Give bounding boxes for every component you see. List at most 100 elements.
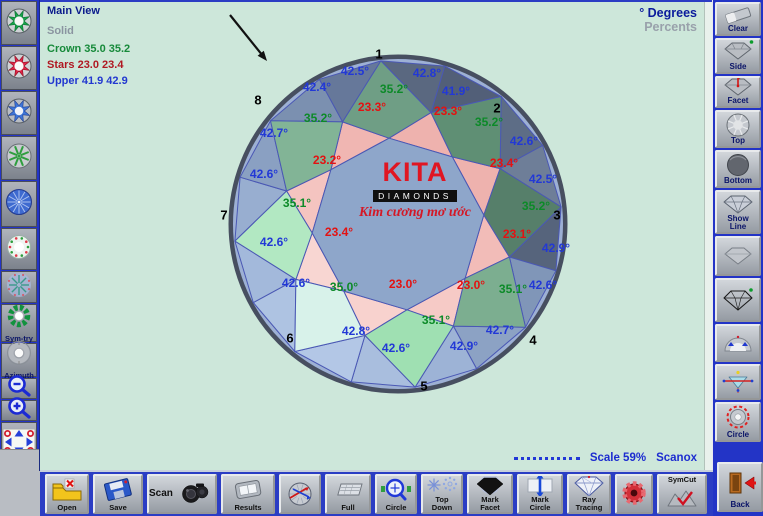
results-screen-icon — [231, 476, 265, 504]
diamond-facet-icon — [721, 78, 755, 97]
render-mode-label: Solid — [47, 25, 130, 37]
show-line-label: Show Line — [727, 215, 748, 232]
facet-angle-label: 42.6° — [282, 276, 310, 290]
facet-view-green-button[interactable] — [1, 1, 37, 45]
diamond-bottom-icon — [721, 152, 755, 177]
facet-angle-label: 35.1° — [422, 313, 450, 327]
door-back-icon — [723, 464, 757, 501]
facet-angle-label: 42.9° — [450, 339, 478, 353]
view-title: Main View — [47, 5, 130, 17]
logo-subtitle: DIAMONDS — [373, 190, 457, 202]
axis-view-button[interactable] — [715, 364, 761, 400]
facet-angle-label: 35.2° — [522, 199, 550, 213]
settings-gear-button[interactable] — [615, 474, 653, 514]
circle-button[interactable]: Circle — [715, 402, 761, 442]
full-button[interactable]: Full — [325, 474, 371, 514]
units-percents-option[interactable]: Percents — [639, 20, 697, 34]
top-down-button[interactable]: Top Down — [421, 474, 463, 514]
girdle-vertex-number: 7 — [220, 208, 227, 223]
facet-angle-label: 42.6° — [382, 341, 410, 355]
star-view-gray-button[interactable] — [1, 136, 37, 180]
circle-label: Circle — [727, 431, 749, 440]
scale-dotted-line — [514, 454, 580, 460]
star-view-blue-button[interactable] — [1, 181, 37, 227]
stat-upper: Upper 41.9 42.9 — [47, 75, 130, 87]
facet-angle-label: 35.0° — [330, 280, 358, 294]
measurement-hud: Main View Solid Crown 35.0 35.2 Stars 23.… — [47, 5, 130, 91]
facet-angle-label: 35.2° — [475, 115, 503, 129]
facet-angle-label: 42.7° — [260, 126, 288, 140]
units-degrees-option[interactable]: ° Degrees — [639, 6, 697, 20]
scan-button[interactable]: Scan — [147, 474, 217, 514]
facet-view-green-icon — [2, 8, 36, 39]
mark-circle-button[interactable]: Mark Circle — [517, 474, 563, 514]
facet-view-red-icon — [2, 53, 36, 84]
keyboard-icon — [331, 476, 365, 504]
bottom-view-button[interactable]: Bottom — [715, 150, 761, 188]
girdle-vertex-number: 3 — [553, 208, 560, 223]
save-button[interactable]: Save — [93, 474, 143, 514]
left-toolbar-filler — [0, 449, 40, 516]
rotate-view-button[interactable] — [279, 474, 321, 514]
top-down-label: Top Down — [432, 496, 452, 512]
facet-angle-label: 42.4° — [303, 80, 331, 94]
units-selector: ° Degrees Percents — [639, 6, 697, 34]
dot-view-icon — [2, 234, 36, 265]
star-view-blue-icon — [2, 189, 36, 220]
results-button[interactable]: Results — [221, 474, 275, 514]
circle-zoom-label: Circle — [386, 504, 407, 513]
facet-view-blue-button[interactable] — [1, 91, 37, 135]
facet-angle-label: 42.6° — [260, 235, 288, 249]
symcut-button[interactable]: SymCut — [657, 474, 707, 514]
symcut-label: SymCut — [668, 476, 696, 485]
facet-view-red-button[interactable] — [1, 46, 37, 90]
zoom-in-button[interactable] — [1, 400, 37, 421]
kita-logo: KITA DIAMONDS Kim cương mơ ước — [335, 159, 495, 221]
results-label: Results — [234, 504, 261, 513]
top-view-button[interactable]: Top — [715, 110, 761, 148]
wire-view-button[interactable] — [715, 278, 761, 322]
arc-measure-button[interactable] — [715, 324, 761, 362]
open-button[interactable]: Open — [45, 474, 89, 514]
bottom-toolbar: OpenSaveScan Results Full Circle Top Down Mar… — [40, 470, 713, 516]
facet-angle-label: 42.5° — [529, 172, 557, 186]
stat-stars: Stars 23.0 23.4 — [47, 59, 130, 71]
girdle-vertex-number: 4 — [529, 333, 536, 348]
facet-angle-label: 42.5° — [341, 64, 369, 78]
faint-view-button[interactable] — [1, 271, 37, 303]
facet-angle-label: 35.2° — [380, 82, 408, 96]
symmetry-button[interactable]: Sym-try — [1, 304, 37, 342]
facet-button[interactable]: Facet — [715, 76, 761, 108]
show-line-button[interactable]: Show Line — [715, 190, 761, 234]
circle-zoom-button[interactable]: Circle — [375, 474, 417, 514]
circle-tool-icon — [721, 404, 755, 431]
facet-angle-label: 35.1° — [499, 282, 527, 296]
facet-angle-label: 42.9° — [542, 241, 570, 255]
facet-angle-label: 23.0° — [457, 278, 485, 292]
faint-view-icon — [2, 272, 36, 303]
main-view-canvas: 42.5° 42.8° 41.9° 42.4° 42.6° 42.7° 42.5° 42.6°… — [40, 0, 713, 470]
facet-angle-label: 41.9° — [442, 84, 470, 98]
azimuth-button[interactable]: Azimuth — [1, 343, 37, 377]
side-view-button[interactable]: Side — [715, 38, 761, 74]
stat-crown: Crown 35.0 35.2 — [47, 43, 130, 55]
brand-label: Scanox — [656, 452, 697, 464]
facet-angle-label: 42.6° — [529, 278, 557, 292]
facet-angle-label: 23.0° — [389, 277, 417, 291]
facet-angle-label: 42.8° — [342, 324, 370, 338]
back-button[interactable]: Back — [717, 462, 763, 512]
diagram-labels: 42.5° 42.8° 41.9° 42.4° 42.6° 42.7° 42.5° 42.6°… — [40, 2, 705, 472]
solid-view-button[interactable] — [715, 236, 761, 276]
rotate-view-icon — [283, 476, 317, 512]
open-folder-icon — [50, 476, 84, 504]
ray-tracing-label: Ray Tracing — [576, 496, 603, 512]
mark-facet-button[interactable]: Mark Facet — [467, 474, 513, 514]
ray-tracing-button[interactable]: Ray Tracing — [567, 474, 611, 514]
facet-angle-label: 23.3° — [434, 104, 462, 118]
clear-button[interactable]: Clear — [715, 2, 761, 36]
back-label: Back — [730, 501, 749, 510]
clear-label: Clear — [728, 25, 748, 34]
girdle-vertex-number: 6 — [286, 331, 293, 346]
left-toolbar: Sym-tryAzimuth — [0, 0, 40, 516]
dot-view-button[interactable] — [1, 228, 37, 270]
